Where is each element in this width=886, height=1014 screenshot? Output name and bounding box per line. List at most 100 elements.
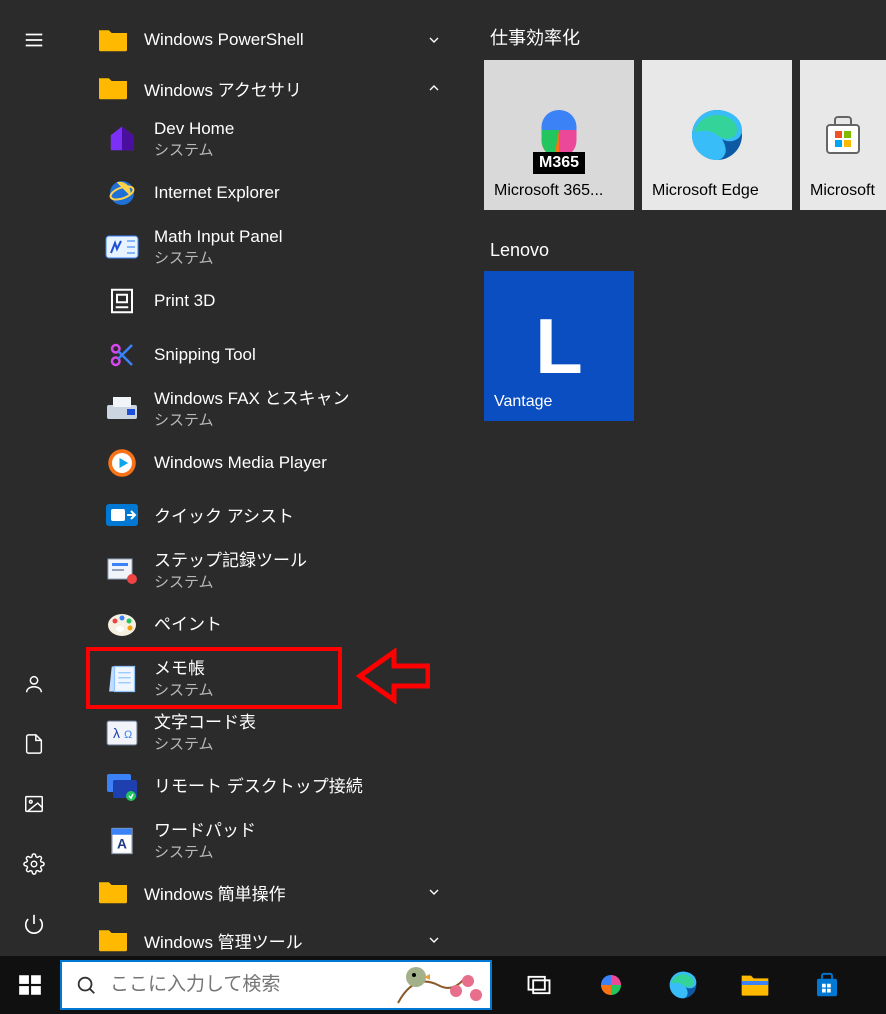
search-decoration-icon: [394, 963, 484, 1007]
svg-text:λ: λ: [113, 725, 120, 741]
chevron-down-icon: [426, 932, 442, 948]
wordpad-icon: A: [104, 823, 140, 859]
app-item-notepad[interactable]: メモ帳システム: [68, 652, 468, 706]
start-rail: [0, 0, 68, 956]
tiles-panel: 仕事効率化 M365 Microsoft 365... Microsoft: [468, 0, 886, 956]
folder-windows-ease[interactable]: Windows 簡単操作: [68, 868, 468, 916]
folder-label: Windows アクセサリ: [144, 76, 412, 101]
folder-icon: [96, 926, 130, 954]
app-item-wmp[interactable]: Windows Media Player: [68, 436, 468, 490]
print3d-icon: [104, 283, 140, 319]
tile-row: M365 Microsoft 365... Microsoft Edge: [484, 60, 886, 210]
power-icon[interactable]: [22, 912, 46, 936]
search-box[interactable]: [60, 960, 492, 1010]
app-item-title: ペイント: [154, 614, 222, 637]
tile-lenovo-vantage[interactable]: L Vantage: [484, 271, 634, 421]
app-item-title: Internet Explorer: [154, 182, 280, 205]
fax-icon: [104, 391, 140, 427]
app-item-charmap[interactable]: λΩ 文字コード表システム: [68, 706, 468, 760]
app-item-subtitle: システム: [154, 141, 234, 161]
app-item-devhome[interactable]: Dev Homeシステム: [68, 112, 468, 166]
app-item-ie[interactable]: Internet Explorer: [68, 166, 468, 220]
app-item-fax[interactable]: Windows FAX とスキャンシステム: [68, 382, 468, 436]
app-item-title: ステップ記録ツール: [154, 550, 307, 573]
account-icon[interactable]: [22, 672, 46, 696]
tile-label: Microsoft 365...: [494, 182, 624, 200]
app-item-title: リモート デスクトップ接続: [154, 776, 363, 799]
task-view-icon[interactable]: [522, 968, 556, 1002]
app-item-title: ワードパッド: [154, 820, 256, 843]
app-item-title: Snipping Tool: [154, 344, 256, 367]
chevron-down-icon: [426, 32, 442, 48]
steps-icon: [104, 553, 140, 589]
start-menu: Windows PowerShell Windows アクセサリ Dev Hom…: [0, 0, 886, 956]
tile-microsoft-store[interactable]: Microsoft: [800, 60, 886, 210]
chevron-up-icon: [426, 80, 442, 96]
app-item-title: Math Input Panel: [154, 226, 283, 249]
edge-icon: [687, 105, 747, 165]
windows-icon: [17, 972, 43, 998]
explorer-taskbar-icon[interactable]: [738, 968, 772, 1002]
ie-icon: [104, 175, 140, 211]
m365-badge: M365: [533, 152, 585, 174]
tile-group-title[interactable]: 仕事効率化: [490, 24, 886, 50]
apps-list: Windows PowerShell Windows アクセサリ Dev Hom…: [68, 0, 468, 956]
app-item-subtitle: システム: [154, 681, 214, 701]
app-item-quickassist[interactable]: クイック アシスト: [68, 490, 468, 544]
app-item-print3d[interactable]: Print 3D: [68, 274, 468, 328]
folder-windows-admin[interactable]: Windows 管理ツール: [68, 916, 468, 956]
svg-text:Ω: Ω: [124, 729, 132, 741]
math-icon: [104, 229, 140, 265]
tile-microsoft-365[interactable]: M365 Microsoft 365...: [484, 60, 634, 210]
tile-label: Microsoft Edge: [652, 182, 782, 200]
app-item-steps[interactable]: ステップ記録ツールシステム: [68, 544, 468, 598]
folder-icon: [96, 26, 130, 54]
edge-taskbar-icon[interactable]: [666, 968, 700, 1002]
taskbar: [0, 956, 886, 1014]
folder-label: Windows 簡単操作: [144, 880, 412, 905]
app-item-title: 文字コード表: [154, 712, 256, 735]
quickassist-icon: [104, 499, 140, 535]
folder-icon: [96, 878, 130, 906]
folder-label: Windows PowerShell: [144, 30, 412, 50]
rdp-icon: [104, 769, 140, 805]
app-item-paint[interactable]: ペイント: [68, 598, 468, 652]
pictures-icon[interactable]: [22, 792, 46, 816]
hamburger-icon[interactable]: [22, 28, 46, 52]
settings-icon[interactable]: [22, 852, 46, 876]
app-item-subtitle: システム: [154, 843, 256, 863]
tile-microsoft-edge[interactable]: Microsoft Edge: [642, 60, 792, 210]
start-button[interactable]: [0, 956, 60, 1014]
app-item-snip[interactable]: Snipping Tool: [68, 328, 468, 382]
app-item-title: Windows Media Player: [154, 452, 327, 475]
tile-label: Microsoft: [810, 182, 876, 200]
folder-windows-accessories[interactable]: Windows アクセサリ: [68, 64, 468, 112]
copilot-icon[interactable]: [594, 968, 628, 1002]
snip-icon: [104, 337, 140, 373]
taskbar-icons: [522, 968, 844, 1002]
accessories-items: Dev HomeシステムInternet ExplorerMath Input …: [68, 112, 468, 868]
app-item-title: Windows FAX とスキャン: [154, 388, 350, 411]
folder-icon: [96, 74, 130, 102]
app-item-rdp[interactable]: リモート デスクトップ接続: [68, 760, 468, 814]
documents-icon[interactable]: [22, 732, 46, 756]
notepad-icon: [104, 661, 140, 697]
search-icon: [62, 974, 110, 996]
store-taskbar-icon[interactable]: [810, 968, 844, 1002]
tile-group-title[interactable]: Lenovo: [490, 240, 886, 261]
app-item-subtitle: システム: [154, 573, 307, 593]
wmp-icon: [104, 445, 140, 481]
app-item-wordpad[interactable]: A ワードパッドシステム: [68, 814, 468, 868]
app-item-math[interactable]: Math Input Panelシステム: [68, 220, 468, 274]
app-item-subtitle: システム: [154, 735, 256, 755]
folder-windows-powershell[interactable]: Windows PowerShell: [68, 16, 468, 64]
lenovo-icon: L: [535, 307, 583, 385]
tile-label: Vantage: [494, 393, 624, 411]
app-item-subtitle: システム: [154, 411, 350, 431]
store-icon: [819, 111, 867, 159]
app-item-title: Print 3D: [154, 290, 215, 313]
app-item-title: Dev Home: [154, 118, 234, 141]
paint-icon: [104, 607, 140, 643]
svg-text:A: A: [117, 837, 127, 852]
folder-label: Windows 管理ツール: [144, 928, 412, 953]
